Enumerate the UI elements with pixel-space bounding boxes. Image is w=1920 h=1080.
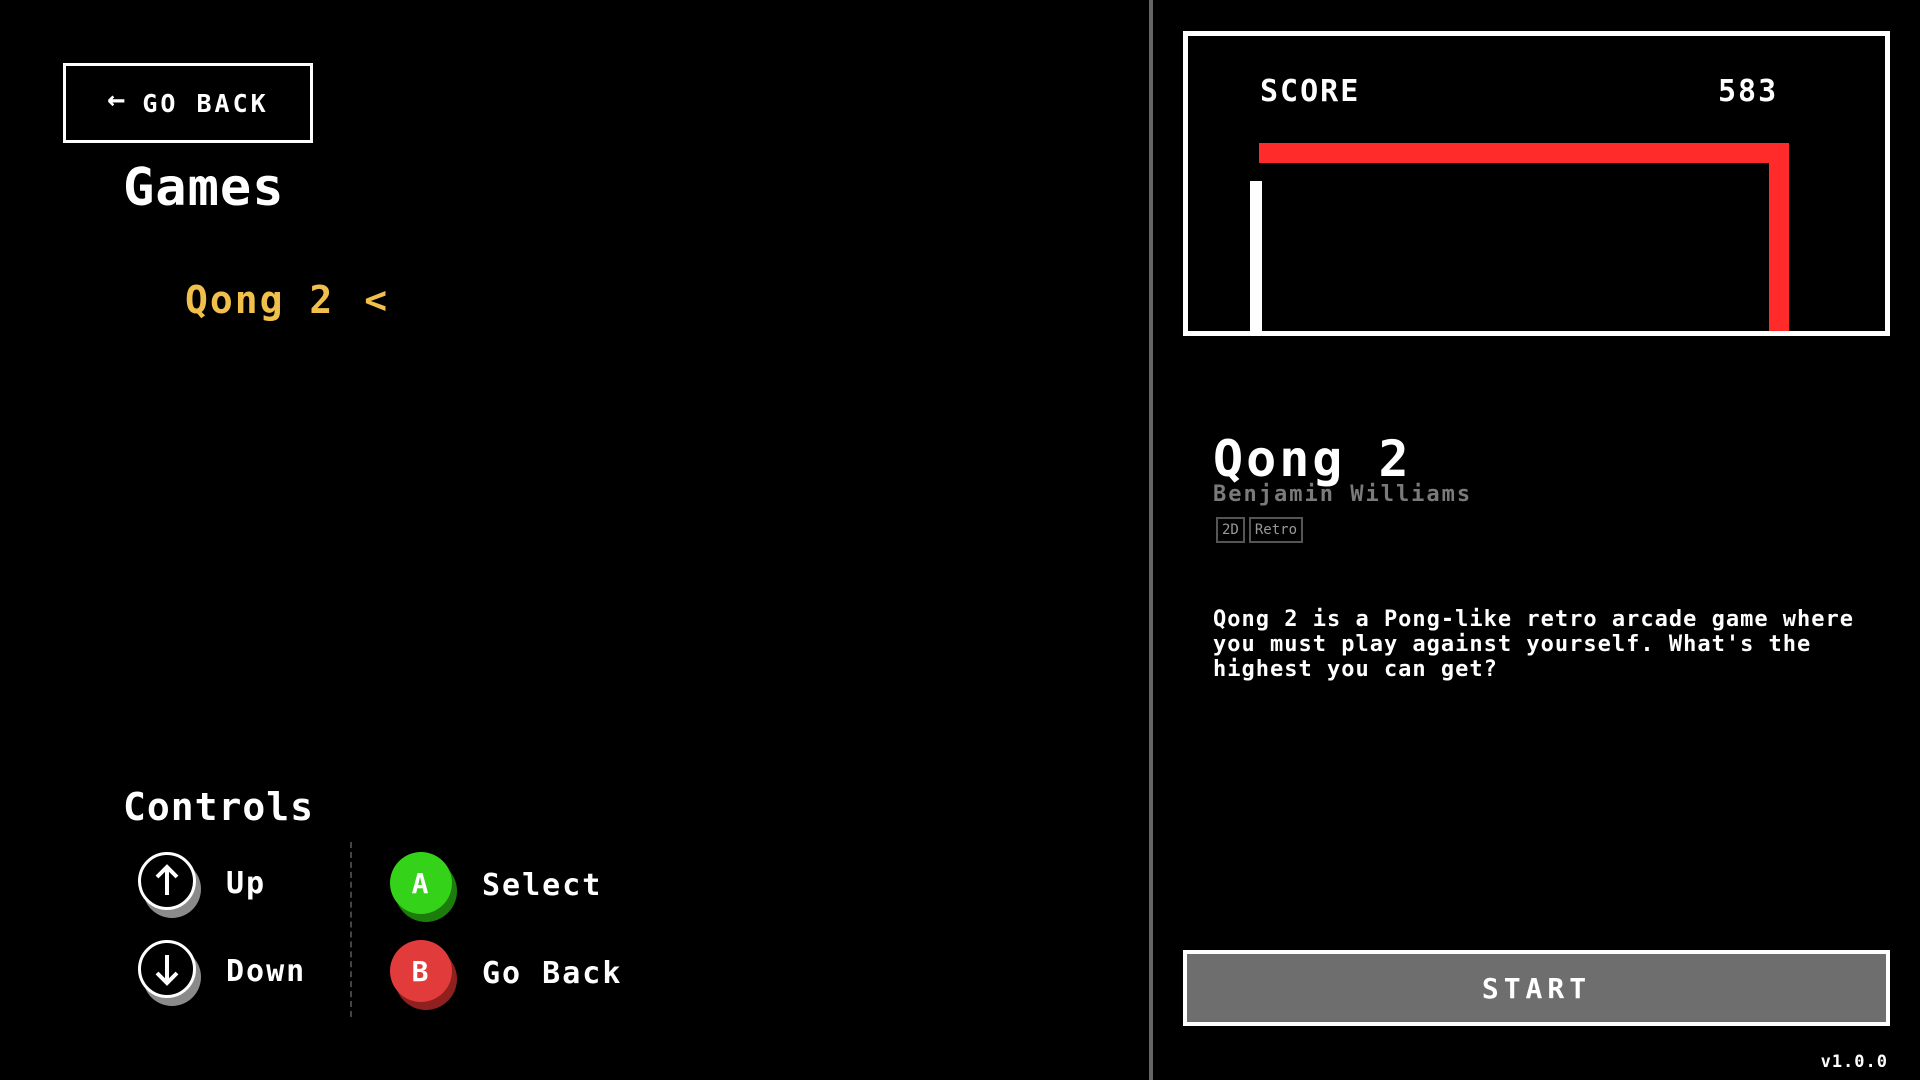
control-down-label: Down [226,953,307,989]
controls-title: Controls [123,785,315,829]
game-title: Qong 2 [1213,430,1412,488]
arrow-left-icon: ← [107,82,129,117]
control-a: A Select [390,852,603,922]
panel-divider [1149,0,1153,1080]
paddle-right [1769,143,1789,331]
app-root: ← GO BACK Games Qong 2 < Controls Up Dow… [0,0,1920,1080]
go-back-button[interactable]: ← GO BACK [63,63,313,143]
control-up: Up [138,852,267,918]
game-list: Qong 2 < [185,278,389,322]
button-b-icon: B [390,940,457,1010]
page-title: Games [123,158,285,218]
control-b-label: Go Back [482,955,623,991]
game-preview: SCORE 583 [1183,31,1890,336]
game-list-item-qong-2[interactable]: Qong 2 < [185,278,389,322]
selected-marker: < [364,278,390,322]
go-back-label: GO BACK [142,88,269,118]
version-label: v1.0.0 [1820,1052,1888,1072]
paddle-top [1259,143,1789,163]
start-button[interactable]: START [1183,950,1890,1026]
dpad-up-icon [138,852,201,918]
game-author: Benjamin Williams [1213,482,1473,507]
game-description: Qong 2 is a Pong-like retro arcade game … [1213,607,1855,682]
dpad-down-icon [138,940,201,1006]
control-b: B Go Back [390,940,623,1010]
button-a-letter: A [390,852,452,914]
tag-badge: 2D [1216,517,1245,543]
paddle-left [1250,181,1262,331]
tag-badge: Retro [1248,517,1304,543]
score-value: 583 [1718,74,1779,109]
button-b-letter: B [390,940,452,1002]
control-a-label: Select [482,867,603,903]
button-a-icon: A [390,852,457,922]
score-label: SCORE [1260,74,1361,109]
control-down: Down [138,940,307,1006]
control-up-label: Up [226,865,267,901]
controls-divider [350,842,352,1017]
game-tags: 2D Retro [1216,517,1304,543]
game-list-item-name: Qong 2 [185,278,335,322]
